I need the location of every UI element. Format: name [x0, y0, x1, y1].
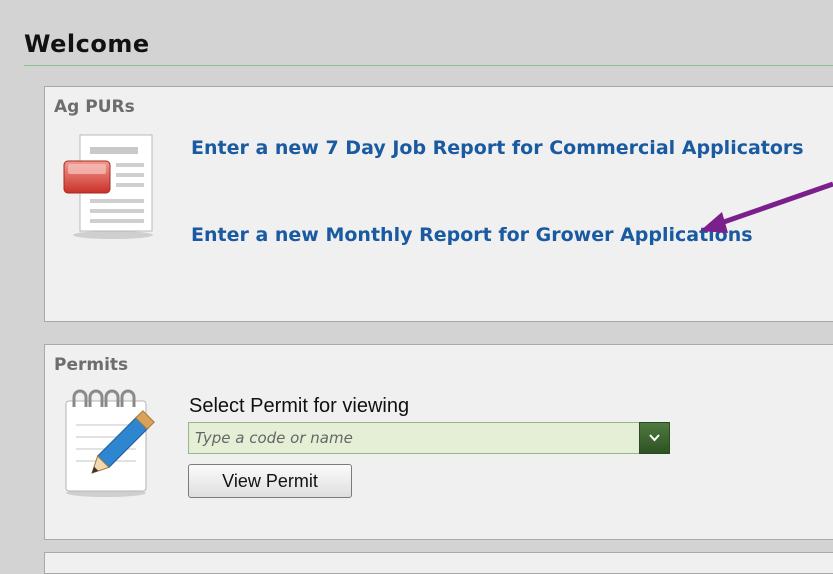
permit-search-input[interactable]: [189, 423, 639, 453]
link-7-day-job-report[interactable]: Enter a new 7 Day Job Report for Commerc…: [191, 138, 831, 159]
permits-panel: Permits Select Permit for viewing View P: [44, 344, 833, 540]
view-permit-button[interactable]: View Permit: [188, 464, 352, 498]
title-divider: [24, 65, 833, 66]
permit-combobox[interactable]: [188, 422, 670, 454]
ag-purs-heading: Ag PURs: [54, 97, 135, 117]
annotation-arrow: [700, 181, 833, 233]
report-icon: [63, 134, 153, 239]
page-title: Welcome: [24, 30, 150, 58]
permits-heading: Permits: [54, 355, 129, 375]
notepad-pencil-icon: [65, 389, 155, 497]
permit-dropdown-button[interactable]: [639, 422, 670, 454]
chevron-down-icon: [649, 434, 660, 442]
next-panel: [44, 552, 833, 574]
permit-select-label: Select Permit for viewing: [189, 395, 410, 417]
